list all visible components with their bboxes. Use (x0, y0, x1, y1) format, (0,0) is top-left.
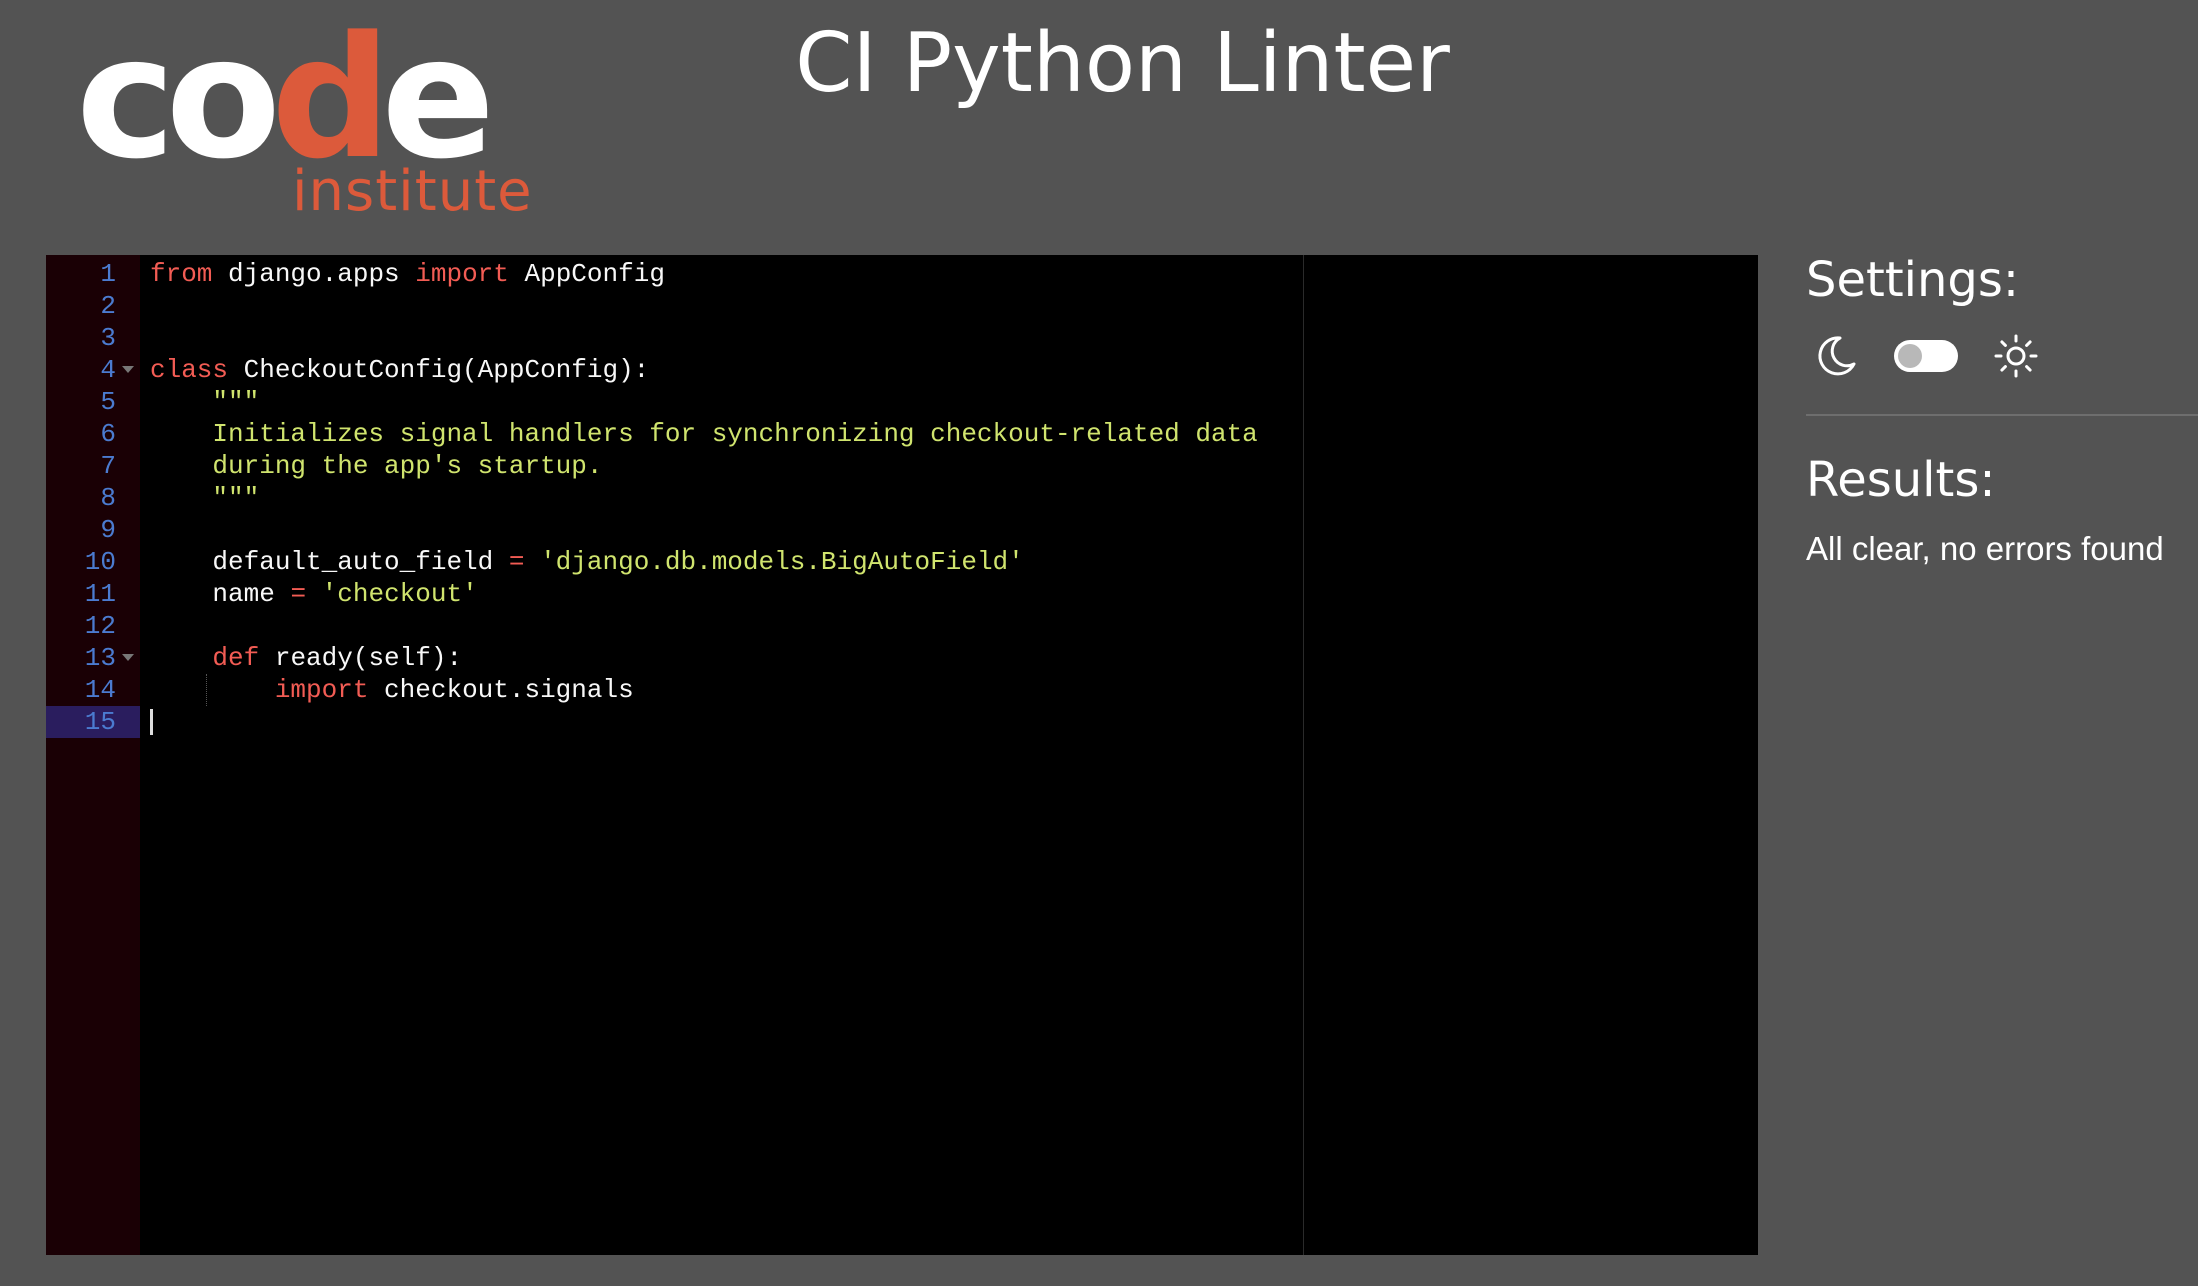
line-number: 9 (46, 514, 140, 546)
code-editor[interactable]: 1 from django.apps import AppConfig 2 3 4 cla… (46, 255, 1758, 1255)
code-token: """ (150, 387, 260, 417)
line-number: 1 (46, 258, 140, 290)
code-text: """ (150, 386, 259, 418)
code-text: during the app's startup. (150, 450, 602, 482)
line-number-label: 1 (100, 259, 116, 289)
code-line[interactable]: 9 (46, 514, 1758, 546)
fold-arrow-icon[interactable] (122, 366, 134, 373)
line-number-label: 14 (84, 675, 116, 705)
code-line[interactable]: 15 (46, 706, 1758, 738)
code-token: django.apps (212, 259, 416, 289)
code-token: = (290, 579, 307, 609)
line-number-label: 9 (100, 515, 116, 545)
line-number: 7 (46, 450, 140, 482)
line-number: 2 (46, 290, 140, 322)
code-line[interactable]: 7 during the app's startup. (46, 450, 1758, 482)
code-token: ready(self): (259, 643, 463, 673)
code-line[interactable]: 14 import checkout.signals (46, 674, 1758, 706)
line-number: 13 (46, 642, 140, 674)
page-title: CI Python Linter (795, 16, 1450, 111)
code-text: from django.apps import AppConfig (150, 258, 665, 290)
line-number-label: 8 (100, 483, 116, 513)
code-text: def ready(self): (150, 642, 462, 674)
code-token: name (150, 579, 291, 609)
code-token: 'django.db.models.BigAutoField' (540, 547, 1024, 577)
line-number-label: 10 (84, 547, 116, 577)
code-text: default_auto_field = 'django.db.models.B… (150, 546, 1024, 578)
code-token: during the app's startup. (150, 451, 603, 481)
line-number: 4 (46, 354, 140, 386)
line-number: 12 (46, 610, 140, 642)
code-line[interactable]: 12 (46, 610, 1758, 642)
settings-heading: Settings: (1806, 252, 2020, 308)
text-cursor (150, 709, 153, 735)
line-number: 15 (46, 706, 140, 738)
linter-page: code institute CI Python Linter 1 from dj… (0, 0, 2198, 1286)
code-line[interactable]: 3 (46, 322, 1758, 354)
line-number: 8 (46, 482, 140, 514)
settings-divider (1806, 414, 2198, 416)
code-text: name = 'checkout' (150, 578, 478, 610)
code-token: class (150, 355, 229, 385)
code-token: AppConfig (508, 259, 665, 289)
line-number: 5 (46, 386, 140, 418)
code-token: CheckoutConfig(AppConfig): (228, 355, 650, 385)
code-text: import checkout.signals (150, 674, 634, 706)
code-token: Initializes signal handlers for synchron… (150, 419, 1258, 449)
code-text: class CheckoutConfig(AppConfig): (150, 354, 649, 386)
theme-toggle[interactable] (1894, 340, 1958, 372)
line-number-label: 4 (100, 355, 116, 385)
code-line[interactable]: 1 from django.apps import AppConfig (46, 258, 1758, 290)
line-number-label: 12 (84, 611, 116, 641)
code-token: = (508, 547, 525, 577)
line-number-label: 11 (84, 579, 116, 609)
code-line[interactable]: 10 default_auto_field = 'django.db.model… (46, 546, 1758, 578)
code-token: default_auto_field (150, 547, 509, 577)
code-token: import (415, 259, 509, 289)
code-token: 'checkout' (321, 579, 478, 609)
line-number-label: 6 (100, 419, 116, 449)
code-line[interactable]: 5 """ (46, 386, 1758, 418)
code-token: """ (150, 483, 260, 513)
line-number: 6 (46, 418, 140, 450)
code-institute-logo[interactable]: code institute (76, 14, 532, 224)
logo-wordmark: code (76, 14, 495, 182)
line-number-label: 2 (100, 291, 116, 321)
code-line[interactable]: 13 def ready(self): (46, 642, 1758, 674)
logo-word-part1: co (76, 0, 281, 196)
code-token: from (150, 259, 213, 289)
line-number: 3 (46, 322, 140, 354)
toggle-knob (1898, 344, 1922, 368)
code-line[interactable]: 6 Initializes signal handlers for synchr… (46, 418, 1758, 450)
line-number-label: 3 (100, 323, 116, 353)
line-number-label: 13 (84, 643, 116, 673)
code-line[interactable]: 2 (46, 290, 1758, 322)
results-message: All clear, no errors found (1806, 530, 2164, 567)
code-token: def (212, 643, 260, 673)
code-text: """ (150, 482, 259, 514)
theme-controls (1806, 330, 2086, 386)
line-number-label: 5 (100, 387, 116, 417)
code-line[interactable]: 4 class CheckoutConfig(AppConfig): (46, 354, 1758, 386)
line-number: 14 (46, 674, 140, 706)
code-line[interactable]: 11 name = 'checkout' (46, 578, 1758, 610)
code-text: Initializes signal handlers for synchron… (150, 418, 1258, 450)
moon-icon[interactable] (1814, 334, 1858, 378)
line-number: 10 (46, 546, 140, 578)
fold-arrow-icon[interactable] (122, 654, 134, 661)
code-token: checkout.signals (368, 675, 634, 705)
code-line[interactable]: 8 """ (46, 482, 1758, 514)
sun-icon[interactable] (1992, 332, 2040, 380)
results-heading: Results: (1806, 452, 1996, 508)
code-token: import (274, 675, 369, 705)
line-number-label: 7 (100, 451, 116, 481)
line-number: 11 (46, 578, 140, 610)
line-number-label: 15 (84, 707, 116, 737)
logo-subtext: institute (292, 159, 533, 224)
